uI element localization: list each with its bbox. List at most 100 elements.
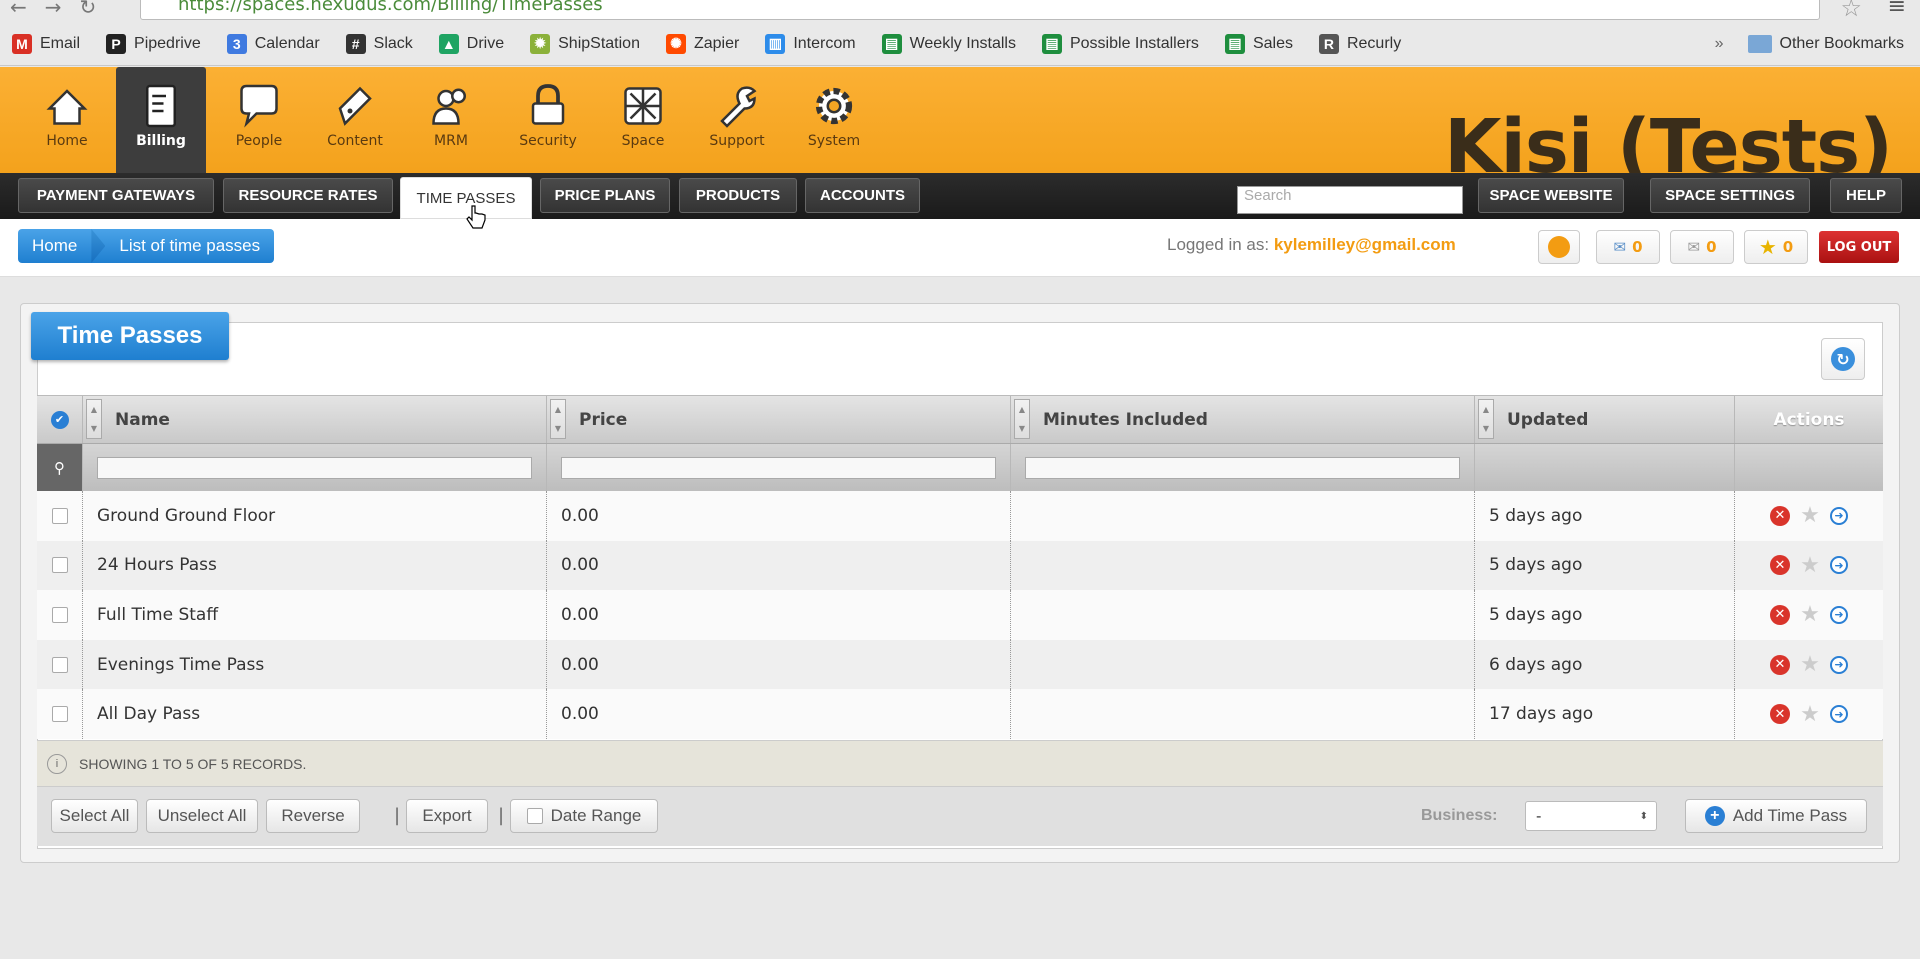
favorite-star-icon[interactable]: ★: [1800, 652, 1820, 677]
export-button[interactable]: Export: [406, 799, 488, 833]
open-arrow-icon[interactable]: ➜: [1830, 655, 1848, 674]
space-website-button[interactable]: SPACE WEBSITE: [1478, 178, 1624, 213]
module-space[interactable]: Space: [598, 81, 688, 149]
reload-icon[interactable]: ↻: [80, 0, 97, 19]
forward-icon[interactable]: →: [45, 0, 62, 19]
sort-icon[interactable]: ▲ ▼: [550, 399, 566, 439]
table-row[interactable]: Evenings Time Pass 0.00 6 days ago ✕ ★ ➜: [37, 639, 1883, 690]
favorite-star-icon[interactable]: ★: [1800, 602, 1820, 627]
refresh-button[interactable]: ↻: [1821, 338, 1865, 380]
tab-accounts[interactable]: ACCOUNTS: [805, 178, 920, 213]
module-mrm[interactable]: MRM: [406, 81, 496, 149]
sort-icon[interactable]: ▲ ▼: [1478, 399, 1494, 439]
favorite-star-icon[interactable]: ★: [1800, 702, 1820, 727]
row-checkbox[interactable]: [51, 656, 68, 673]
browser-menu-icon[interactable]: ≡: [1888, 0, 1906, 19]
row-checkbox[interactable]: [51, 606, 68, 623]
more-bookmarks-icon[interactable]: »: [1715, 35, 1724, 53]
open-arrow-icon[interactable]: ➜: [1830, 705, 1848, 724]
filter-minutes-input[interactable]: [1011, 444, 1475, 491]
open-arrow-icon[interactable]: ➜: [1830, 556, 1848, 575]
add-time-pass-button[interactable]: + Add Time Pass: [1685, 799, 1867, 833]
cell-name[interactable]: 24 Hours Pass: [83, 540, 547, 591]
tab-resource-rates[interactable]: RESOURCE RATES: [223, 178, 393, 213]
module-billing[interactable]: Billing: [116, 67, 206, 173]
row-checkbox[interactable]: [51, 557, 68, 574]
space-settings-button[interactable]: SPACE SETTINGS: [1650, 178, 1810, 213]
bookmark-item[interactable]: # Slack: [345, 33, 413, 54]
bookmark-star-icon[interactable]: ☆: [1840, 0, 1862, 22]
tab-products[interactable]: PRODUCTS: [679, 178, 797, 213]
logout-button[interactable]: LOG OUT: [1819, 231, 1899, 263]
bookmark-item[interactable]: M Email: [12, 33, 80, 54]
filter-price-input[interactable]: [547, 444, 1011, 491]
table-body: Ground Ground Floor 0.00 5 days ago ✕ ★ ➜ 24 H…: [37, 491, 1883, 739]
module-security[interactable]: Security: [503, 81, 593, 149]
bookmark-item[interactable]: ▲ Drive: [438, 33, 504, 54]
row-checkbox[interactable]: [51, 706, 68, 723]
messages-button[interactable]: ✉ 0: [1596, 230, 1660, 264]
table-row[interactable]: 24 Hours Pass 0.00 5 days ago ✕ ★ ➜: [37, 540, 1883, 591]
printer-button[interactable]: [1538, 230, 1580, 264]
module-support[interactable]: Support: [692, 81, 782, 149]
row-checkbox-cell: [37, 491, 83, 541]
cell-name[interactable]: All Day Pass: [83, 689, 547, 739]
bookmark-item[interactable]: P Pipedrive: [106, 33, 201, 54]
bookmark-item[interactable]: ▥ Intercom: [765, 33, 856, 54]
cell-name[interactable]: Ground Ground Floor: [83, 491, 547, 541]
open-arrow-icon[interactable]: ➜: [1830, 506, 1848, 525]
help-button[interactable]: HELP: [1830, 178, 1902, 213]
unselect-all-button[interactable]: Unselect All: [146, 799, 258, 833]
breadcrumb-home[interactable]: Home: [18, 229, 91, 263]
bookmark-item[interactable]: ▤ Possible Installers: [1041, 33, 1199, 54]
table-row[interactable]: Full Time Staff 0.00 5 days ago ✕ ★ ➜: [37, 590, 1883, 640]
delete-icon[interactable]: ✕: [1770, 704, 1790, 725]
mail-button[interactable]: ✉ 0: [1670, 230, 1734, 264]
bookmark-item[interactable]: ▤ Sales: [1224, 33, 1293, 54]
reverse-button[interactable]: Reverse: [266, 799, 360, 833]
column-header-name[interactable]: ▲ ▼ Name: [83, 396, 547, 443]
breadcrumb-current[interactable]: List of time passes: [105, 229, 274, 263]
column-header-minutes[interactable]: ▲ ▼ Minutes Included: [1011, 396, 1475, 443]
bookmark-item[interactable]: R Recurly: [1318, 33, 1401, 54]
module-people[interactable]: People: [214, 81, 304, 149]
bookmark-item[interactable]: ▤ Weekly Installs: [881, 33, 1016, 54]
delete-icon[interactable]: ✕: [1770, 555, 1790, 576]
search-input[interactable]: Search: [1237, 186, 1463, 214]
bookmark-item[interactable]: ✺ Zapier: [665, 33, 739, 54]
date-range-button[interactable]: Date Range: [510, 799, 658, 833]
favorite-star-icon[interactable]: ★: [1800, 503, 1820, 528]
bookmark-item[interactable]: 3 Calendar: [226, 33, 320, 54]
sort-icon[interactable]: ▲ ▼: [86, 399, 102, 439]
module-home[interactable]: Home: [22, 81, 112, 149]
sort-icon[interactable]: ▲ ▼: [1014, 399, 1030, 439]
back-icon[interactable]: ←: [10, 0, 27, 19]
delete-icon[interactable]: ✕: [1770, 604, 1790, 625]
select-all-button[interactable]: Select All: [51, 799, 138, 833]
bookmark-item[interactable]: ✹ ShipStation: [530, 33, 640, 54]
cell-name[interactable]: Full Time Staff: [83, 590, 547, 640]
cell-name[interactable]: Evenings Time Pass: [83, 639, 547, 690]
column-header-price[interactable]: ▲ ▼ Price: [547, 396, 1011, 443]
favorite-star-icon[interactable]: ★: [1800, 553, 1820, 578]
select-all-checkbox[interactable]: ✔: [37, 396, 83, 443]
open-arrow-icon[interactable]: ➜: [1830, 605, 1848, 624]
module-content[interactable]: Content: [310, 81, 400, 149]
row-checkbox[interactable]: [51, 507, 68, 524]
user-email[interactable]: kylemilley@gmail.com: [1274, 235, 1456, 254]
table-row[interactable]: All Day Pass 0.00 17 days ago ✕ ★ ➜: [37, 689, 1883, 739]
date-range-checkbox[interactable]: [526, 808, 543, 824]
tab-payment-gateways[interactable]: PAYMENT GATEWAYS: [18, 178, 214, 213]
column-header-updated[interactable]: ▲ ▼ Updated: [1475, 396, 1735, 443]
table-row[interactable]: Ground Ground Floor 0.00 5 days ago ✕ ★ ➜: [37, 491, 1883, 541]
other-bookmarks[interactable]: Other Bookmarks: [1780, 35, 1904, 53]
module-system[interactable]: System: [789, 81, 879, 149]
favorites-button[interactable]: ★ 0: [1744, 230, 1808, 264]
business-select[interactable]: - ⬍: [1525, 801, 1657, 831]
tab-price-plans[interactable]: PRICE PLANS: [540, 178, 670, 213]
delete-icon[interactable]: ✕: [1770, 505, 1790, 526]
delete-icon[interactable]: ✕: [1770, 654, 1790, 675]
records-summary: SHOWING 1 TO 5 OF 5 RECORDS.: [79, 755, 307, 772]
address-text[interactable]: https://spaces.nexudus.com/Billing/TimeP…: [178, 0, 603, 15]
filter-name-input[interactable]: [83, 444, 547, 491]
